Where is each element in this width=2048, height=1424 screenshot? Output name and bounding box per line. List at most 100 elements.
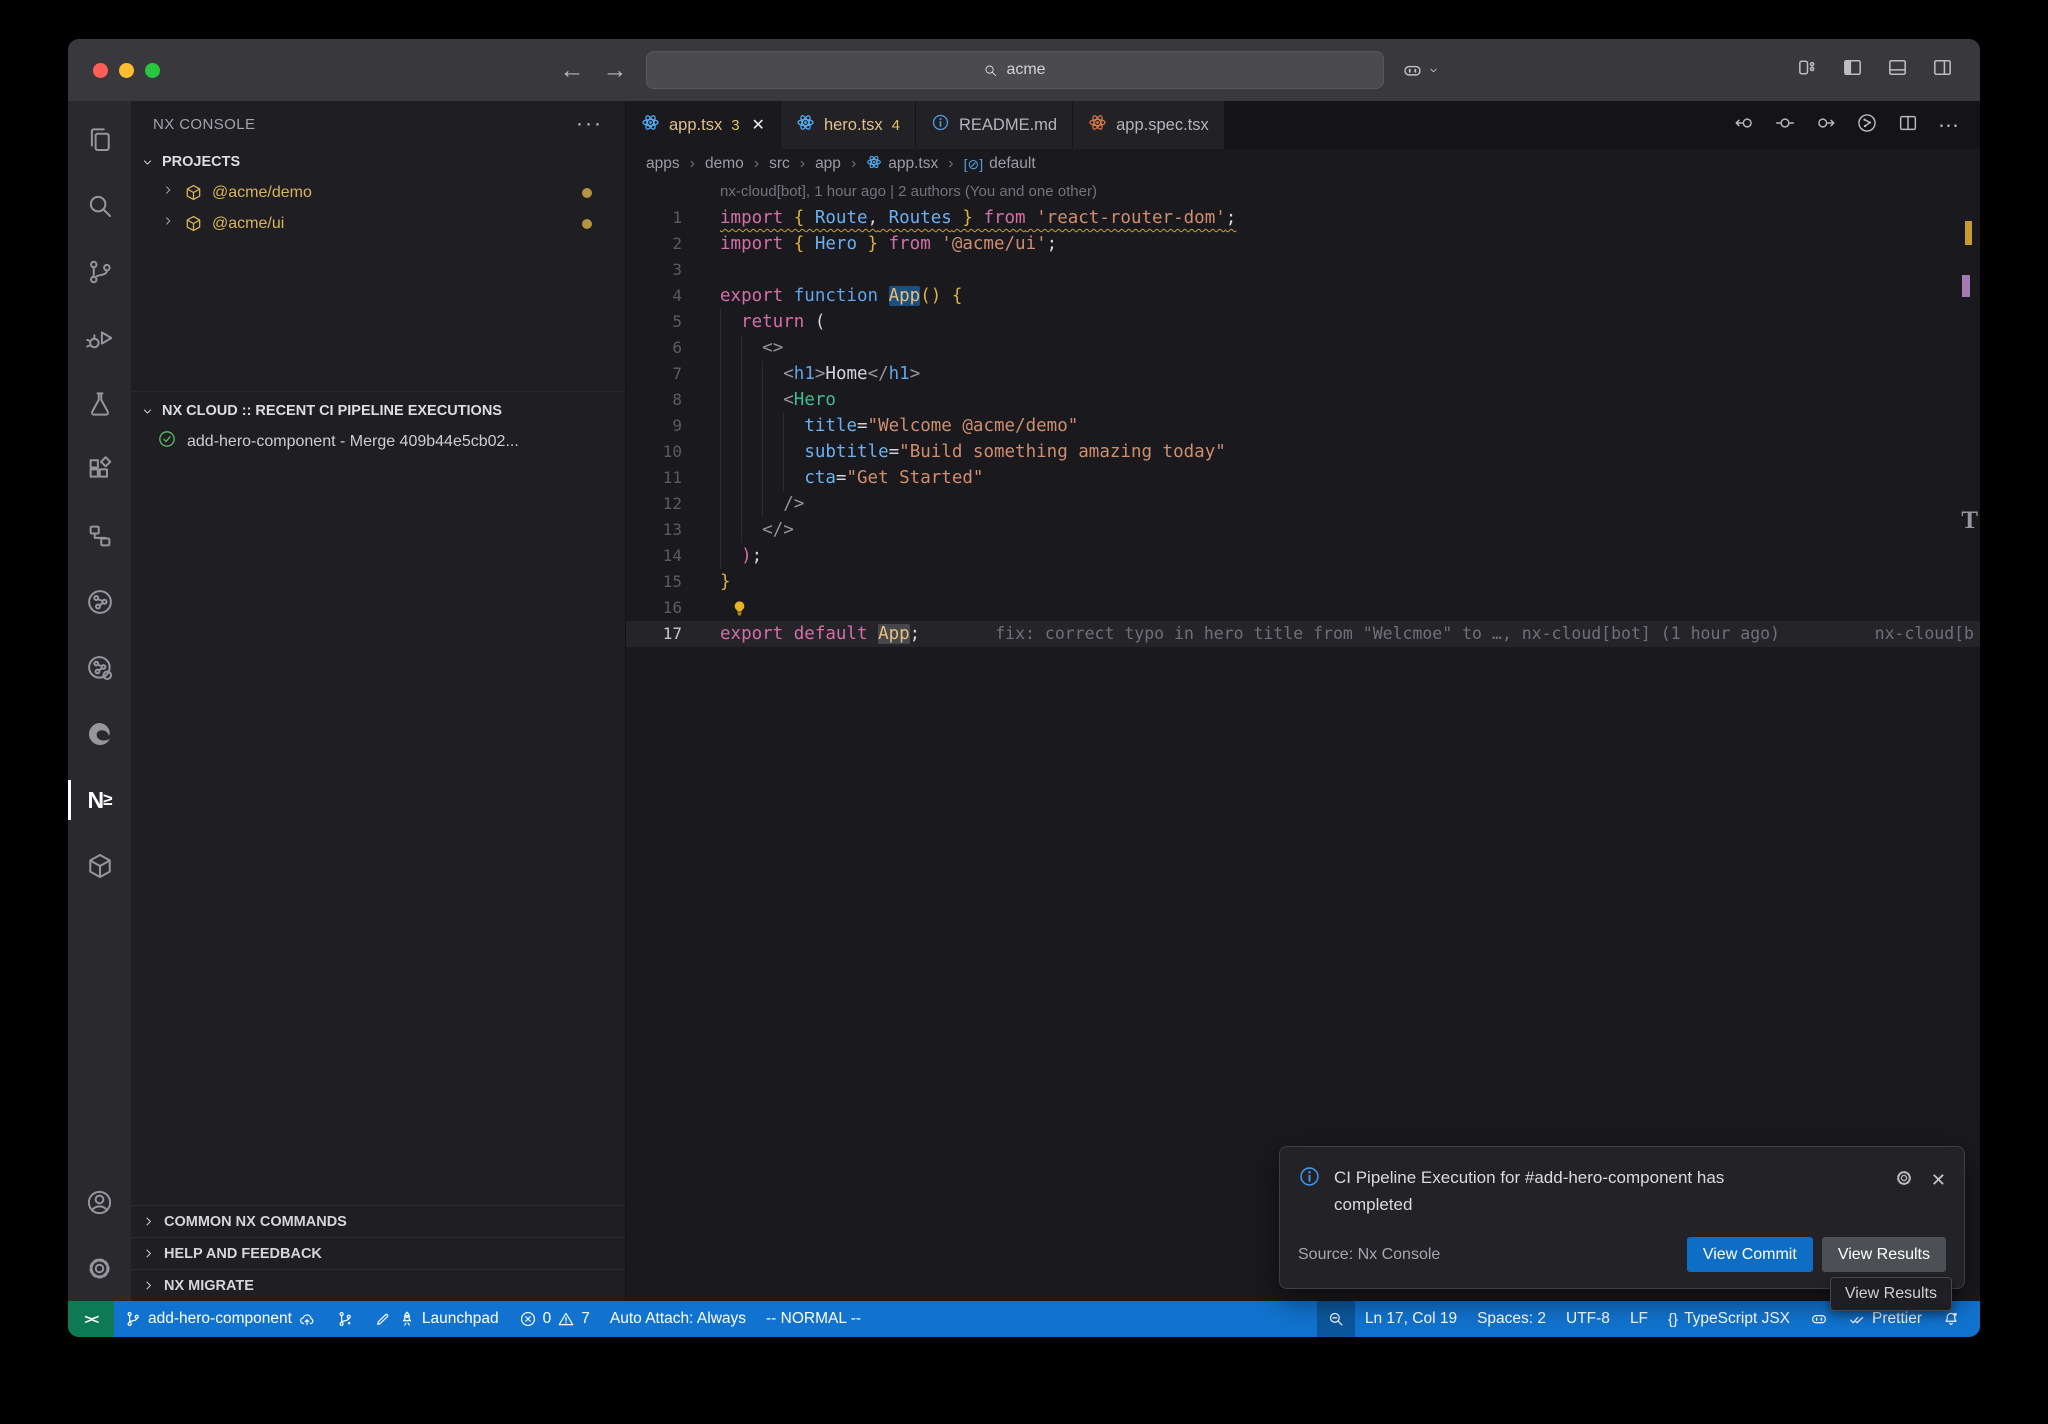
- breadcrumb-item-app[interactable]: app: [815, 155, 841, 173]
- breadcrumb-item-apps[interactable]: apps: [646, 155, 680, 173]
- collapsed-section-nx-migrate[interactable]: NX MIGRATE: [131, 1269, 625, 1301]
- code-line-content: export default App;fix: correct typo in …: [720, 621, 1780, 647]
- code-line-content: export function App() {: [720, 283, 962, 309]
- activity-item-edge-tools[interactable]: [68, 701, 131, 767]
- activity-item-settings[interactable]: [68, 1235, 131, 1301]
- nx-cloud-section-header[interactable]: NX CLOUD :: RECENT CI PIPELINE EXECUTION…: [131, 396, 625, 426]
- editor-more-actions-icon[interactable]: ⋯: [1938, 113, 1960, 138]
- tab-app.tsx[interactable]: app.tsx3✕: [626, 101, 781, 149]
- code-line-2: 2import { Hero } from '@acme/ui';: [626, 231, 1980, 257]
- tab-README.md[interactable]: README.md: [916, 101, 1073, 149]
- more-actions-icon[interactable]: ···: [576, 112, 603, 136]
- editor-action-nav-circle[interactable]: [1774, 112, 1796, 139]
- activity-item-account[interactable]: [68, 1169, 131, 1235]
- notification-settings-icon[interactable]: [1894, 1168, 1914, 1193]
- statusbar-indentation[interactable]: Spaces: 2: [1467, 1301, 1556, 1337]
- activity-item-testing[interactable]: [68, 371, 131, 437]
- toggle-primary-sidebar-icon: [1841, 56, 1864, 79]
- tab-hero.tsx[interactable]: hero.tsx4: [781, 101, 916, 149]
- breadcrumb-item-default[interactable]: [⊘]default: [964, 155, 1036, 173]
- statusbar-problems[interactable]: 07: [509, 1301, 600, 1337]
- history-forward-button[interactable]: →: [603, 58, 628, 83]
- run-debug-icon: [85, 323, 115, 353]
- tab-label: app.spec.tsx: [1116, 116, 1209, 135]
- titlebar-toggle-secondary-sidebar[interactable]: [1931, 56, 1954, 84]
- code-editor[interactable]: nx-cloud[bot], 1 hour ago | 2 authors (Y…: [626, 179, 1980, 1301]
- titlebar-toggle-panel[interactable]: [1886, 56, 1909, 84]
- activity-item-package-explorer[interactable]: [68, 833, 131, 899]
- activity-item-gitlens[interactable]: [68, 635, 131, 701]
- activity-item-extensions[interactable]: [68, 437, 131, 503]
- activity-item-run-debug[interactable]: [68, 305, 131, 371]
- search-icon: [85, 191, 115, 221]
- statusbar-git-branch[interactable]: add-hero-component: [114, 1301, 326, 1337]
- quick-fix-lightbulb-icon[interactable]: [730, 595, 749, 621]
- copilot-menu[interactable]: [1402, 60, 1440, 81]
- activity-item-nx-cloud[interactable]: [68, 569, 131, 635]
- breadcrumb-item-demo[interactable]: demo: [705, 155, 744, 173]
- statusbar-auto-attach[interactable]: Auto Attach: Always: [600, 1301, 756, 1337]
- chevron-right-icon: [161, 214, 175, 228]
- testing-icon: [85, 389, 115, 419]
- line-number: 6: [626, 335, 682, 361]
- search-value: acme: [1006, 61, 1045, 79]
- editor-action-nav-forward[interactable]: [1815, 112, 1837, 139]
- statusbar-vim-mode[interactable]: -- NORMAL --: [756, 1301, 871, 1337]
- activity-item-nx[interactable]: N≥: [68, 767, 131, 833]
- close-tab-icon[interactable]: ✕: [752, 115, 765, 135]
- statusbar-remote-indicator[interactable]: ><: [68, 1301, 114, 1337]
- statusbar-commit-graph[interactable]: [326, 1301, 364, 1337]
- code-line-content: return (: [720, 309, 825, 335]
- code-line-5: 5 return (: [626, 309, 1980, 335]
- minimize-window-button[interactable]: [119, 63, 134, 78]
- close-icon[interactable]: ✕: [1931, 1170, 1946, 1191]
- close-window-button[interactable]: [93, 63, 108, 78]
- breadcrumb-item-app.tsx[interactable]: app.tsx: [866, 154, 938, 175]
- editor-action-split-editor[interactable]: [1897, 112, 1919, 139]
- rocket-icon: [398, 1310, 416, 1328]
- statusbar-zoom-indicator[interactable]: [1317, 1301, 1355, 1337]
- toggle-secondary-sidebar-icon: [1931, 56, 1954, 79]
- notification-message: CI Pipeline Execution for #add-hero-comp…: [1334, 1165, 1802, 1218]
- maximize-window-button[interactable]: [145, 63, 160, 78]
- warnings-icon: [557, 1310, 575, 1328]
- line-number: 13: [626, 517, 682, 543]
- code-line-7: 7 <h1>Home</h1>: [626, 361, 1980, 387]
- pipeline-label: add-hero-component - Merge 409b44e5cb02.…: [187, 433, 519, 451]
- collapsed-section-help-and-feedback[interactable]: HELP AND FEEDBACK: [131, 1237, 625, 1269]
- git-blame-header: nx-cloud[bot], 1 hour ago | 2 authors (Y…: [626, 179, 1980, 205]
- tab-bar: app.tsx3✕hero.tsx4README.mdapp.spec.tsx …: [626, 101, 1980, 149]
- line-number: 10: [626, 439, 682, 465]
- line-number: 12: [626, 491, 682, 517]
- project-item[interactable]: @acme/ui: [131, 208, 625, 239]
- titlebar-toggle-primary-sidebar[interactable]: [1841, 56, 1864, 84]
- view-results-button[interactable]: View Results: [1822, 1237, 1946, 1272]
- pipeline-execution-item[interactable]: add-hero-component - Merge 409b44e5cb02.…: [131, 426, 625, 457]
- statusbar-language-mode[interactable]: {}TypeScript JSX: [1658, 1301, 1800, 1337]
- right-edge-blame: nx-cloud[b: [1875, 621, 1974, 647]
- activity-item-source-control[interactable]: [68, 239, 131, 305]
- titlebar-customize-layout[interactable]: [1796, 56, 1819, 84]
- view-commit-button[interactable]: View Commit: [1687, 1237, 1813, 1272]
- collapsed-section-common-nx-commands[interactable]: COMMON NX COMMANDS: [131, 1205, 625, 1237]
- activity-item-project-graph[interactable]: [68, 503, 131, 569]
- projects-section-header[interactable]: PROJECTS: [131, 147, 625, 177]
- statusbar-launchpad[interactable]: Launchpad: [364, 1301, 509, 1337]
- nav-back-icon: [1733, 112, 1755, 134]
- project-item[interactable]: @acme/demo: [131, 177, 625, 208]
- statusbar-encoding[interactable]: UTF-8: [1556, 1301, 1620, 1337]
- extensions-icon: [85, 455, 115, 485]
- activity-item-search[interactable]: [68, 173, 131, 239]
- code-line-12: 12 />: [626, 491, 1980, 517]
- statusbar-eol[interactable]: LF: [1620, 1301, 1658, 1337]
- statusbar-cursor-position[interactable]: Ln 17, Col 19: [1355, 1301, 1467, 1337]
- command-center-search[interactable]: acme: [646, 51, 1384, 89]
- editor-action-run-circle[interactable]: [1856, 112, 1878, 139]
- activity-item-explorer[interactable]: [68, 107, 131, 173]
- breadcrumb-item-src[interactable]: src: [769, 155, 790, 173]
- history-back-button[interactable]: ←: [560, 58, 585, 83]
- tab-app.spec.tsx[interactable]: app.spec.tsx: [1073, 101, 1225, 149]
- code-line-8: 8 <Hero: [626, 387, 1980, 413]
- code-line-content: import { Hero } from '@acme/ui';: [720, 231, 1057, 257]
- editor-action-nav-back[interactable]: [1733, 112, 1755, 139]
